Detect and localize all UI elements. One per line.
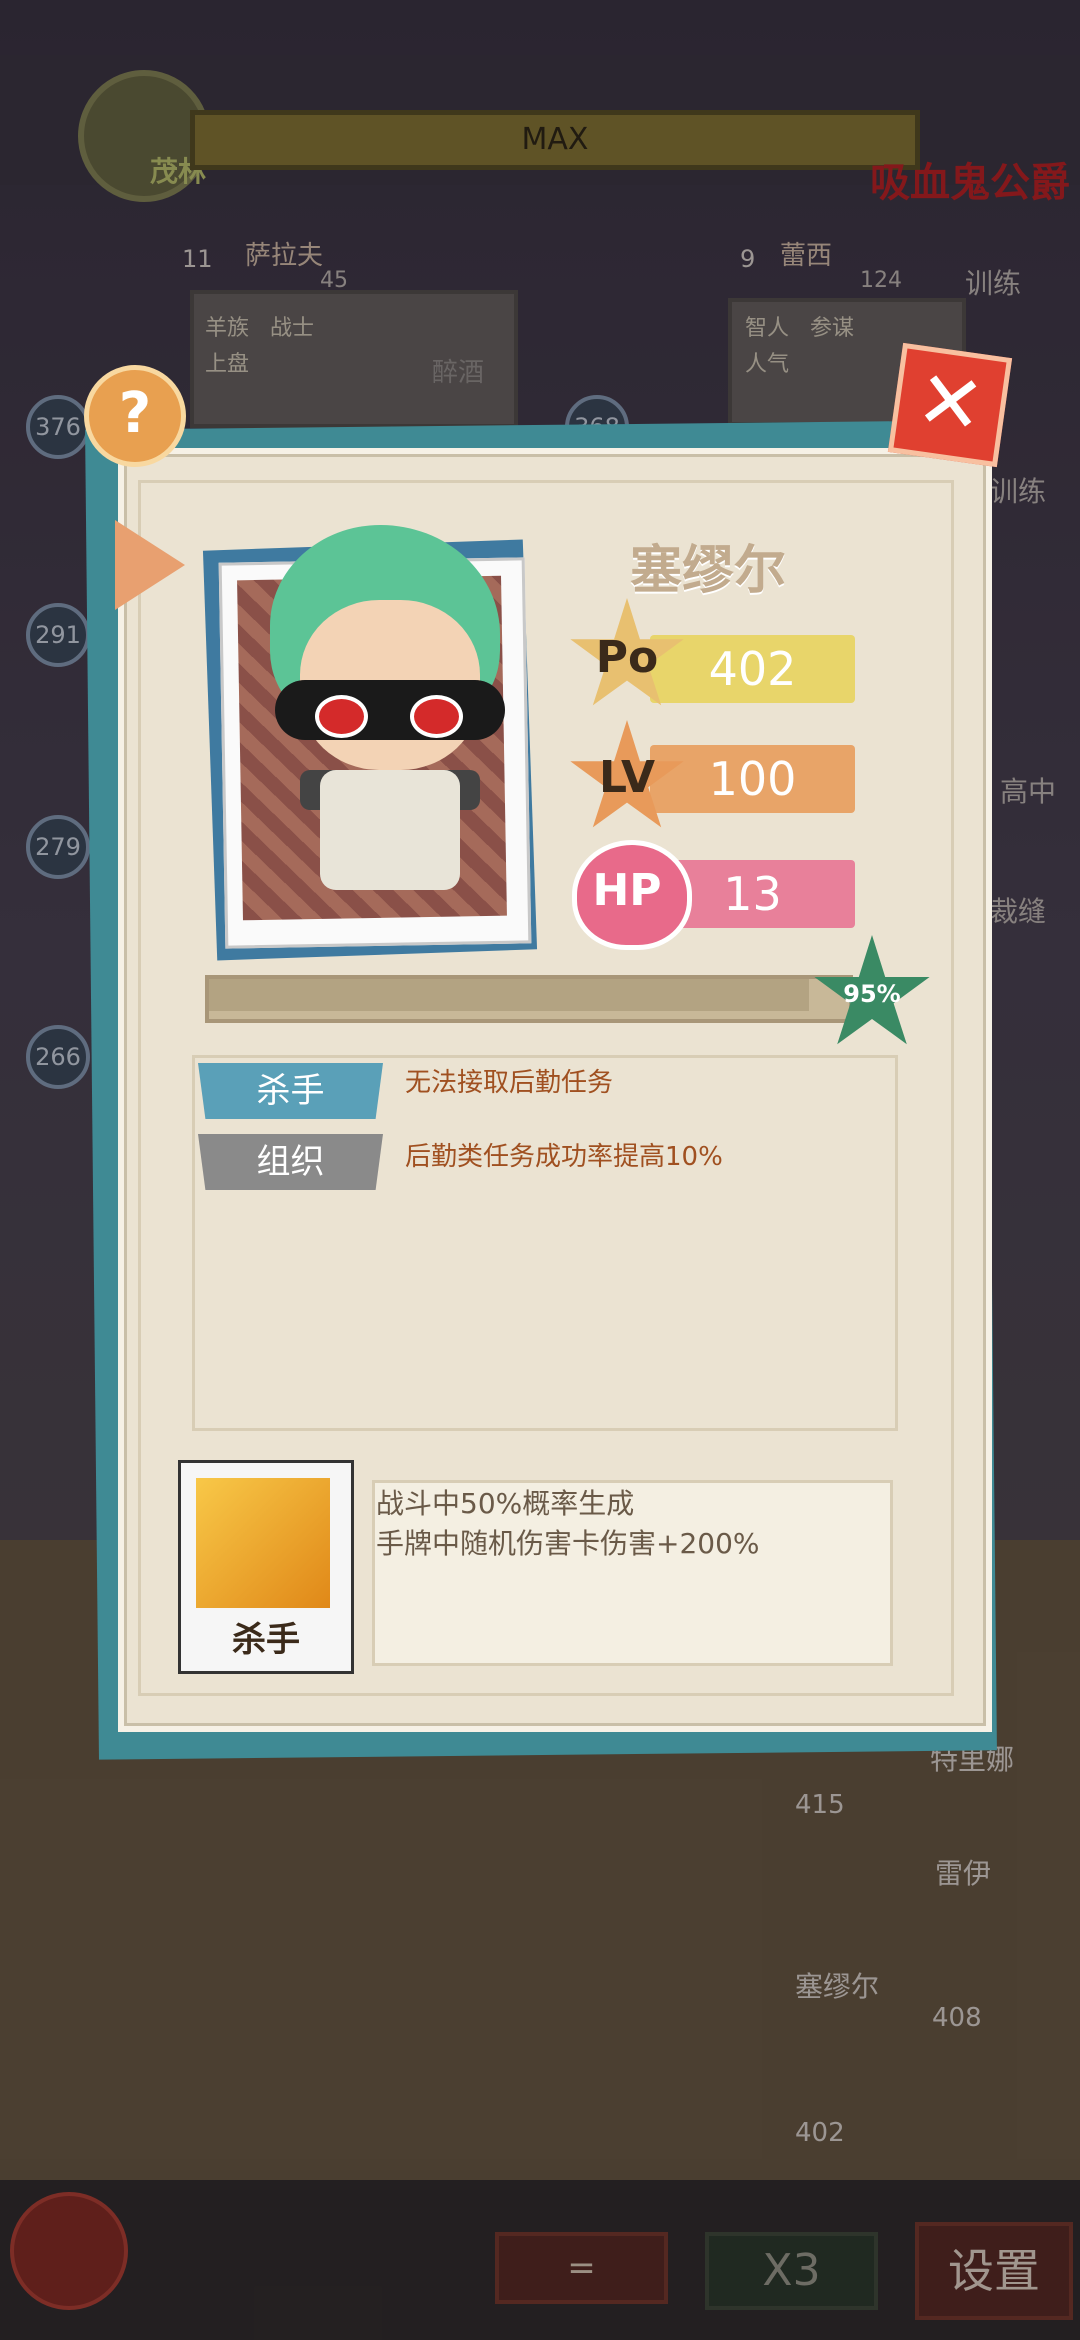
character-name: 塞缪尔 bbox=[629, 541, 786, 601]
trait-description: 后勤类任务成功率提高10% bbox=[405, 1142, 723, 1172]
character-eye bbox=[315, 695, 368, 738]
trait-tag-killer[interactable]: 杀手 bbox=[198, 1063, 383, 1119]
character-eye bbox=[410, 695, 463, 738]
experience-fill bbox=[209, 979, 809, 1011]
character-body bbox=[320, 770, 460, 890]
arrow-tab-icon[interactable] bbox=[115, 520, 185, 610]
hp-label: HP bbox=[592, 865, 662, 916]
trait-description: 无法接取后勤任务 bbox=[405, 1068, 614, 1098]
character-mask bbox=[275, 680, 505, 740]
skill-name: 杀手 bbox=[232, 1620, 300, 1660]
dagger-icon bbox=[196, 1478, 330, 1608]
skill-description-line: 战斗中50%概率生成 bbox=[376, 1487, 635, 1520]
power-label: Po bbox=[595, 632, 659, 683]
skill-description-line: 手牌中随机伤害卡伤害+200% bbox=[376, 1527, 760, 1560]
experience-percent: 95% bbox=[843, 980, 901, 1008]
level-label: LV bbox=[598, 752, 656, 803]
help-button[interactable]: ? bbox=[84, 365, 186, 467]
close-button[interactable]: ✕ bbox=[887, 342, 1013, 468]
trait-tag-organization[interactable]: 组织 bbox=[198, 1134, 383, 1190]
